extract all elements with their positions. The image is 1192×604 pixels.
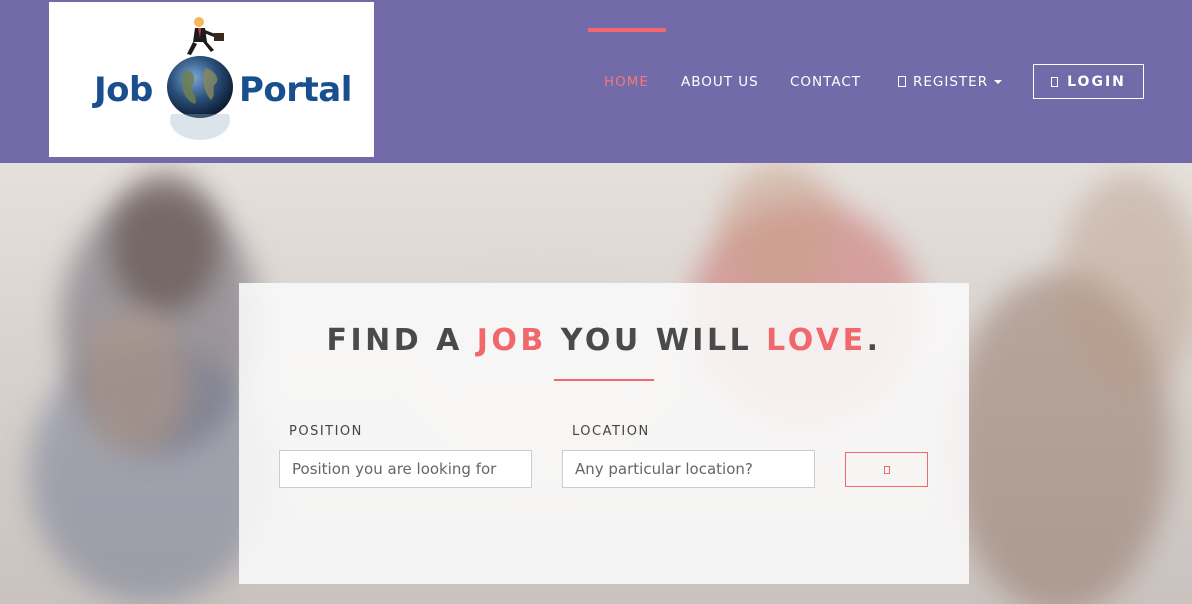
search-icon <box>883 465 890 474</box>
headline-accent-job: JOB <box>476 323 547 358</box>
businessman-icon <box>187 17 224 55</box>
login-label: LOGIN <box>1067 73 1126 90</box>
headline-part-1: FIND A <box>326 323 477 358</box>
globe-reflection-icon <box>170 114 230 140</box>
site-logo[interactable]: Job Portal <box>49 2 374 157</box>
user-icon <box>898 76 906 87</box>
nav-home-link[interactable]: HOME <box>604 74 649 90</box>
nav-about-link[interactable]: ABOUT US <box>681 74 759 90</box>
job-search-panel: FIND A JOB YOU WILL LOVE. POSITION LOCAT… <box>239 283 969 584</box>
headline-part-3: . <box>866 323 882 358</box>
headline-divider <box>554 379 654 381</box>
location-input[interactable] <box>562 450 815 488</box>
logo-word-job: Job <box>94 70 153 110</box>
nav-contact-link[interactable]: CONTACT <box>790 74 861 90</box>
search-button[interactable] <box>845 452 928 487</box>
headline-accent-love: LOVE <box>766 323 867 358</box>
nav-register-dropdown[interactable]: REGISTER <box>898 74 1003 90</box>
register-label: REGISTER <box>913 74 989 90</box>
navbar: Job Portal HOME ABOUT US CONTACT REGISTE… <box>0 0 1192 163</box>
logo-word-portal: Portal <box>239 70 352 110</box>
nav-active-indicator <box>588 28 666 32</box>
position-input[interactable] <box>279 450 532 488</box>
login-button[interactable]: LOGIN <box>1033 64 1144 99</box>
hero-headline: FIND A JOB YOU WILL LOVE. <box>239 323 969 358</box>
caret-down-icon <box>994 80 1003 84</box>
sign-in-icon <box>1051 76 1059 87</box>
position-label: POSITION <box>289 424 363 439</box>
globe-icon <box>167 56 233 118</box>
location-label: LOCATION <box>572 424 650 439</box>
headline-part-2: YOU WILL <box>546 323 767 358</box>
